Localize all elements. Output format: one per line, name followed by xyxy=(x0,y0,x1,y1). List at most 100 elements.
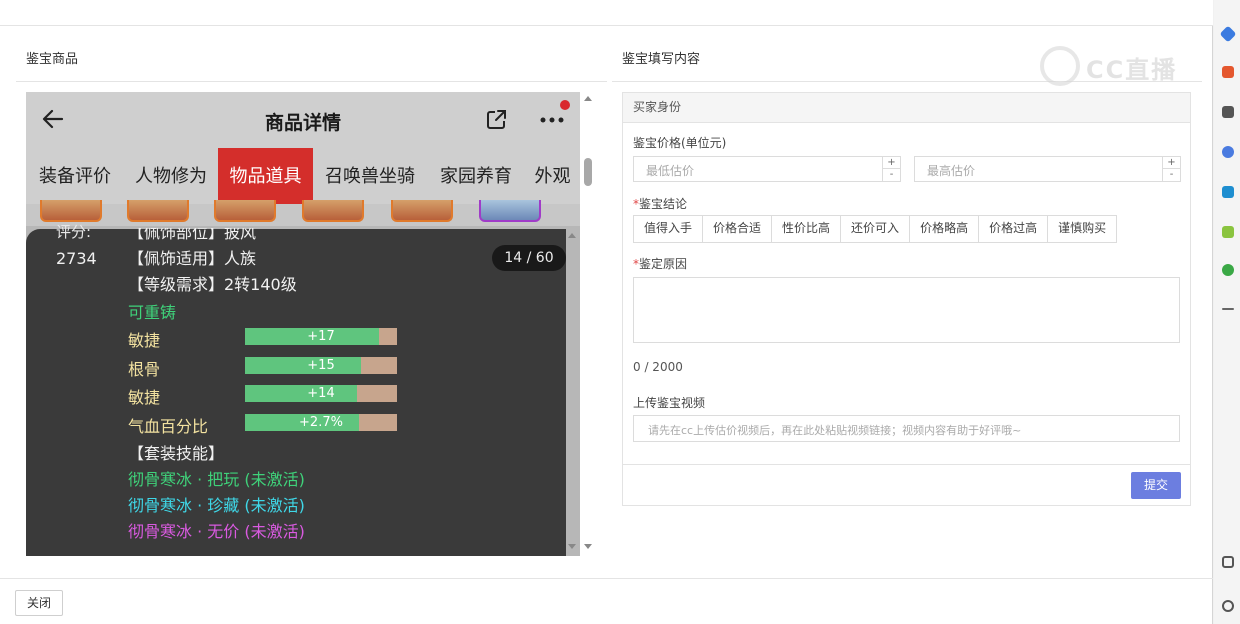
stat-name: 气血百分比 xyxy=(128,417,209,436)
stat-value: +2.7% xyxy=(299,415,343,430)
video-link-placeholder: 请先在cc上传估价视频后，再在此处粘贴视频链接；视频内容有助于好评哦~ xyxy=(648,424,1022,437)
diamond-icon[interactable] xyxy=(1219,25,1237,43)
watermark-icon xyxy=(1040,46,1080,86)
max-price-input[interactable]: 最高估价 + - xyxy=(914,156,1181,182)
detail-header: 商品详情 xyxy=(26,92,580,148)
stat-name: 敏捷 xyxy=(128,388,161,407)
dialog-top-bar xyxy=(0,0,1213,26)
video-label: 上传鉴宝视频 xyxy=(633,396,706,410)
appraisal-form: 买家身份 鉴宝价格(单位元) 最低估价 + - 最高估价 + - *鉴宝结论 值得入… xyxy=(622,92,1191,506)
conclusion-option[interactable]: 价格过高 xyxy=(979,216,1049,242)
product-detail-view: 商品详情 装备评价 人物修为 物品道具 召唤兽坐骑 家园养育 外观 评分: 27… xyxy=(26,92,580,556)
tool-icon[interactable] xyxy=(1222,106,1234,118)
tab-appearance[interactable]: 外观 xyxy=(525,148,580,204)
item-icon[interactable] xyxy=(40,200,102,222)
decrement-button[interactable]: - xyxy=(883,169,900,181)
stat-name: 根骨 xyxy=(128,360,161,379)
min-price-input[interactable]: 最低估价 + - xyxy=(633,156,901,182)
scroll-down-arrow-icon[interactable] xyxy=(568,544,576,549)
set-skill: 彻骨寒冰 · 把玩 (未激活) xyxy=(128,470,305,489)
side-toolbar xyxy=(1214,0,1240,624)
detail-tabs: 装备评价 人物修为 物品道具 召唤兽坐骑 家园养育 外观 xyxy=(26,148,580,204)
max-price-stepper[interactable]: + - xyxy=(1162,157,1180,181)
scroll-up-arrow-icon[interactable] xyxy=(568,233,576,238)
max-price-placeholder: 最高估价 xyxy=(927,164,976,178)
gift-icon[interactable] xyxy=(1222,66,1234,78)
panel-scrollbar[interactable] xyxy=(581,92,595,556)
tab-equipment-rating[interactable]: 装备评价 xyxy=(26,148,124,204)
gear-icon[interactable] xyxy=(1222,600,1234,612)
set-skill-title: 【套装技能】 xyxy=(128,444,225,463)
divider xyxy=(0,578,1213,579)
star-icon[interactable] xyxy=(1222,226,1234,238)
conclusion-option[interactable]: 价格合适 xyxy=(703,216,773,242)
set-skill: 彻骨寒冰 · 珍藏 (未激活) xyxy=(128,496,305,515)
stat-bar: +17 xyxy=(245,328,397,345)
scroll-up-arrow-icon[interactable] xyxy=(584,96,592,101)
divider xyxy=(623,464,1190,465)
video-link-input[interactable]: 请先在cc上传估价视频后，再在此处粘贴视频链接；视频内容有助于好评哦~ xyxy=(633,415,1180,442)
stat-bar: +2.7% xyxy=(245,414,397,431)
item-tooltip-card: 评分: 2734 14 / 60 【佩饰部位】披风 【佩饰适用】人族 【等级需求… xyxy=(26,223,566,556)
conclusion-label-text: 鉴宝结论 xyxy=(639,197,688,211)
reason-label: *鉴定原因 xyxy=(633,255,687,272)
watermark-text: CC直播 xyxy=(1086,56,1178,84)
clipboard-icon[interactable] xyxy=(1222,556,1234,568)
close-button[interactable]: 关闭 xyxy=(15,590,63,616)
reason-textarea[interactable] xyxy=(633,277,1180,343)
conclusion-option[interactable]: 值得入手 xyxy=(634,216,704,242)
item-icon[interactable] xyxy=(479,200,541,222)
min-price-placeholder: 最低估价 xyxy=(646,164,695,178)
appraisal-dialog: 鉴宝商品 鉴宝填写内容 CC直播 商品详情 装备评价 人物修为 物品道具 召唤兽… xyxy=(0,0,1213,624)
score-value: 2734 xyxy=(56,249,97,268)
stat-name: 敏捷 xyxy=(128,331,161,350)
item-icon[interactable] xyxy=(302,200,364,222)
reason-label-text: 鉴定原因 xyxy=(639,257,688,271)
stat-value: +15 xyxy=(307,358,335,373)
tab-home[interactable]: 家园养育 xyxy=(427,148,525,204)
conclusion-label: *鉴宝结论 xyxy=(633,195,687,212)
scroll-down-arrow-icon[interactable] xyxy=(584,544,592,549)
watermark-logo: CC直播 xyxy=(1040,44,1200,88)
item-icon[interactable] xyxy=(391,200,453,222)
attr-race: 【佩饰适用】人族 xyxy=(128,249,257,268)
page-counter: 14 / 60 xyxy=(492,245,566,271)
divider xyxy=(16,81,607,82)
increment-button[interactable]: + xyxy=(1163,157,1180,169)
notification-dot xyxy=(560,100,570,110)
conclusion-option[interactable]: 性价比高 xyxy=(772,216,842,242)
leaf-icon[interactable] xyxy=(1222,264,1234,276)
increment-button[interactable]: + xyxy=(883,157,900,169)
min-price-stepper[interactable]: + - xyxy=(882,157,900,181)
item-icon[interactable] xyxy=(214,200,276,222)
tab-items[interactable]: 物品道具 xyxy=(218,148,313,204)
circle-icon[interactable] xyxy=(1222,146,1234,158)
form-section-header: 买家身份 xyxy=(623,93,1190,123)
reason-char-count: 0 / 2000 xyxy=(633,360,683,374)
right-panel-title: 鉴宝填写内容 xyxy=(622,52,701,67)
stat-bar: +15 xyxy=(245,357,397,374)
conclusion-options: 值得入手 价格合适 性价比高 还价可入 价格略高 价格过高 谨慎购买 xyxy=(633,215,1118,243)
decrement-button[interactable]: - xyxy=(1163,169,1180,181)
share-icon[interactable] xyxy=(484,108,508,132)
set-skill: 彻骨寒冰 · 无价 (未激活) xyxy=(128,522,305,541)
attr-recastable: 可重铸 xyxy=(128,303,177,322)
price-label: 鉴宝价格(单位元) xyxy=(633,136,727,150)
tab-summon-mount[interactable]: 召唤兽坐骑 xyxy=(313,148,427,204)
left-panel-title: 鉴宝商品 xyxy=(26,52,79,67)
submit-button[interactable]: 提交 xyxy=(1131,472,1181,499)
more-icon[interactable] xyxy=(538,108,568,132)
tab-character[interactable]: 人物修为 xyxy=(124,148,218,204)
stat-bar: +14 xyxy=(245,385,397,402)
stat-value: +14 xyxy=(307,386,335,401)
conclusion-option[interactable]: 还价可入 xyxy=(841,216,911,242)
score-label: 评分: xyxy=(56,223,92,241)
minus-icon[interactable] xyxy=(1222,308,1234,310)
conclusion-option[interactable]: 谨慎购买 xyxy=(1048,216,1116,242)
settings-icon[interactable] xyxy=(1222,186,1234,198)
attr-level: 【等级需求】2转140级 xyxy=(128,275,297,294)
stat-value: +17 xyxy=(307,329,335,344)
scrollbar-thumb[interactable] xyxy=(584,158,592,186)
conclusion-option[interactable]: 价格略高 xyxy=(910,216,980,242)
item-icon[interactable] xyxy=(127,200,189,222)
